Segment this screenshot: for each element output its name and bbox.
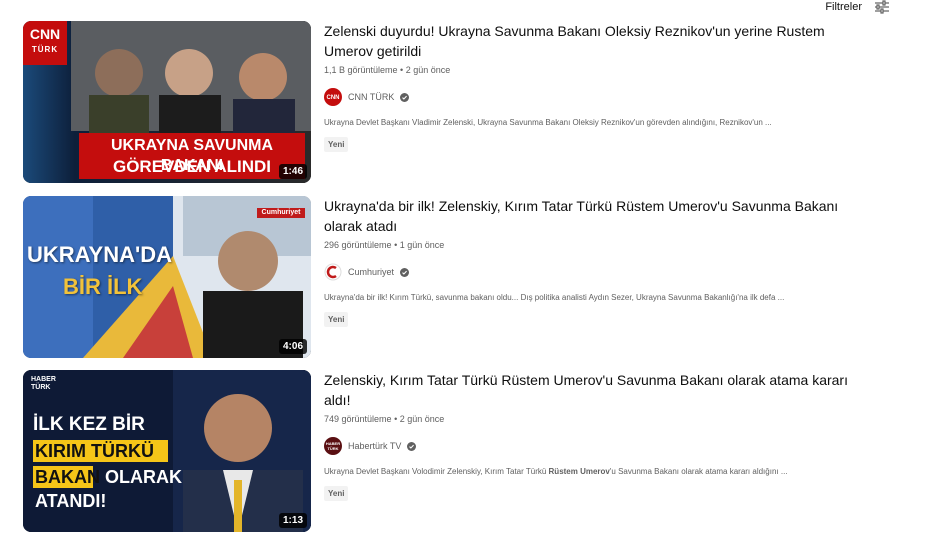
channel-name[interactable]: Habertürk TV (348, 441, 401, 451)
video-result[interactable]: Cumhuriyet UKRAYNA'DA BİR İLK 4:06 Ukray… (23, 196, 903, 358)
thumbnail-headline-2: KIRIM TÜRKÜ (35, 441, 154, 461)
new-badge: Yeni (324, 312, 349, 327)
duration-badge: 4:06 (278, 339, 307, 354)
verified-icon (400, 92, 410, 102)
new-badge: Yeni (324, 137, 349, 152)
video-info: Zelenski duyurdu! Ukrayna Savunma Bakanı… (324, 21, 864, 152)
verified-icon (400, 267, 410, 277)
channel-row[interactable]: HABER TÜRK Habertürk TV (324, 437, 864, 455)
video-description: Ukrayna'da bir ilk! Kırım Türkü, savunma… (324, 293, 785, 302)
video-thumbnail[interactable]: Cumhuriyet UKRAYNA'DA BİR İLK 4:06 (23, 196, 311, 358)
video-meta: 296 görüntüleme • 1 gün önce (324, 240, 445, 250)
video-meta: 1,1 B görüntüleme • 2 gün önce (324, 65, 451, 75)
new-badge: Yeni (324, 486, 349, 501)
video-info: Ukrayna'da bir ilk! Zelenskiy, Kırım Tat… (324, 196, 864, 327)
thumbnail-headline-2: BİR İLK (63, 274, 143, 299)
channel-name[interactable]: Cumhuriyet (348, 267, 394, 277)
video-meta: 749 görüntüleme • 2 gün önce (324, 414, 445, 424)
video-thumbnail[interactable]: HABER TÜRK İLK KEZ BİR KIRIM TÜRKÜ BAKAN… (23, 370, 311, 532)
channel-avatar[interactable]: CNN (324, 88, 342, 106)
view-count: 296 görüntüleme (324, 240, 392, 250)
video-info: Zelenskiy, Kırım Tatar Türkü Rüstem Umer… (324, 370, 864, 501)
channel-avatar[interactable] (324, 263, 342, 281)
svg-text:CNN: CNN (327, 95, 340, 101)
filters-label: Filtreler (825, 1, 862, 13)
channel-logo-sub: TÜRK (31, 384, 51, 391)
channel-row[interactable]: Cumhuriyet (324, 263, 864, 281)
svg-text:TÜRK: TÜRK (327, 446, 338, 451)
duration-badge: 1:46 (278, 164, 307, 179)
video-result[interactable]: CNN TÜRK UKRAYNA SAVUNMA BAKANI GÖREVDEN… (23, 21, 903, 183)
channel-logo: CNN (29, 26, 61, 42)
sliders-icon (875, 0, 889, 14)
thumbnail-headline-1: UKRAYNA'DA (27, 242, 172, 267)
video-result[interactable]: HABER TÜRK İLK KEZ BİR KIRIM TÜRKÜ BAKAN… (23, 370, 903, 532)
video-thumbnail[interactable]: CNN TÜRK UKRAYNA SAVUNMA BAKANI GÖREVDEN… (23, 21, 311, 183)
verified-icon (407, 441, 417, 451)
thumbnail-headline-3: BAKAN OLARAK (35, 467, 182, 487)
channel-avatar[interactable]: HABER TÜRK (324, 437, 342, 455)
video-title[interactable]: Ukrayna'da bir ilk! Zelenskiy, Kırım Tat… (324, 196, 864, 236)
upload-age: 1 gün önce (399, 240, 445, 250)
thumbnail-headline-4: ATANDI! (35, 491, 107, 511)
thumbnail-headline-1: İLK KEZ BİR (33, 414, 145, 435)
video-title[interactable]: Zelenski duyurdu! Ukrayna Savunma Bakanı… (324, 21, 864, 61)
view-count: 1,1 B görüntüleme (324, 65, 398, 75)
upload-age: 2 gün önce (399, 414, 445, 424)
video-title[interactable]: Zelenskiy, Kırım Tatar Türkü Rüstem Umer… (324, 370, 864, 410)
upload-age: 2 gün önce (405, 65, 451, 75)
thumbnail-headline-2: GÖREVDEN ALINDI (112, 157, 272, 176)
view-count: 749 görüntüleme (324, 414, 392, 424)
duration-badge: 1:13 (278, 513, 307, 528)
channel-row[interactable]: CNN CNN TÜRK (324, 88, 864, 106)
filters-button[interactable]: Filtreler (825, 0, 890, 14)
video-description: Ukrayna Devlet Başkanı Vladimir Zelenski… (324, 118, 772, 127)
channel-logo-sub: TÜRK (31, 45, 59, 54)
channel-logo: HABER (31, 376, 56, 383)
channel-logo: Cumhuriyet (261, 209, 301, 216)
channel-name[interactable]: CNN TÜRK (348, 92, 394, 102)
video-description: Ukrayna Devlet Başkanı Volodimir Zelensk… (324, 467, 788, 476)
